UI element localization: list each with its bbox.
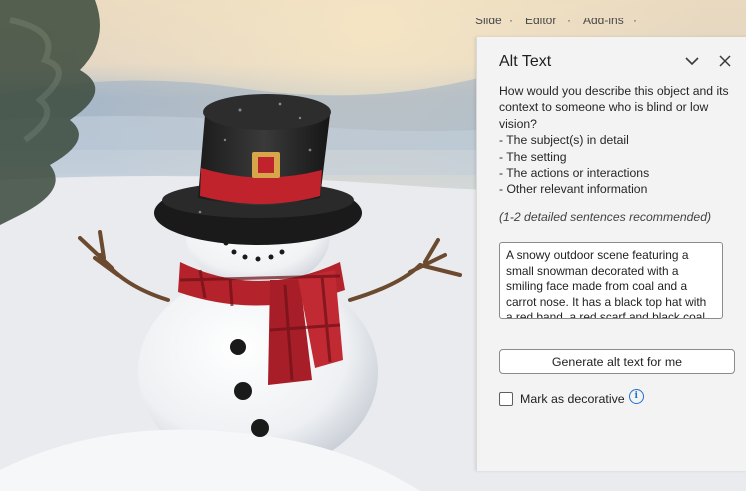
mark-decorative-row: Mark as decorative i	[499, 388, 644, 408]
mark-decorative-label[interactable]: Mark as decorative	[520, 392, 625, 406]
ribbon-separator: ·	[633, 18, 637, 27]
ribbon-separator: ·	[567, 18, 571, 27]
instruction-line: - The subject(s) in detail	[499, 133, 629, 148]
alt-text-pane: Alt Text How would you describe this obj…	[476, 37, 746, 471]
close-icon	[719, 55, 731, 67]
pane-title: Alt Text	[499, 53, 552, 70]
instruction-line: vision?	[499, 116, 537, 131]
instruction-line: context to someone who is blind or low	[499, 100, 709, 115]
generate-alt-text-button[interactable]: Generate alt text for me	[499, 349, 735, 374]
ribbon-tab-add-ins[interactable]: Add-ins	[583, 18, 624, 27]
mark-decorative-checkbox[interactable]	[499, 392, 513, 406]
ribbon-tab-editor[interactable]: Editor	[525, 18, 556, 27]
instruction-line: - The setting	[499, 149, 567, 164]
instruction-line: How would you describe this object and i…	[499, 84, 729, 98]
pane-options-button[interactable]	[682, 51, 702, 71]
alt-text-instructions: How would you describe this object and i…	[499, 83, 739, 198]
chevron-down-icon	[685, 56, 699, 66]
sentence-hint: (1-2 detailed sentences recommended)	[499, 210, 712, 224]
close-pane-button[interactable]	[715, 51, 735, 71]
ribbon-tab-slide[interactable]: Slide	[475, 18, 502, 27]
instruction-line: - Other relevant information	[499, 182, 648, 197]
instruction-line: - The actions or interactions	[499, 166, 650, 181]
ribbon-tab-strip: Slide · Editor · Add-ins ·	[475, 18, 746, 34]
ribbon-separator: ·	[509, 18, 513, 27]
alt-text-input[interactable]: A snowy outdoor scene featuring a small …	[499, 242, 723, 319]
info-icon[interactable]: i	[628, 388, 644, 404]
